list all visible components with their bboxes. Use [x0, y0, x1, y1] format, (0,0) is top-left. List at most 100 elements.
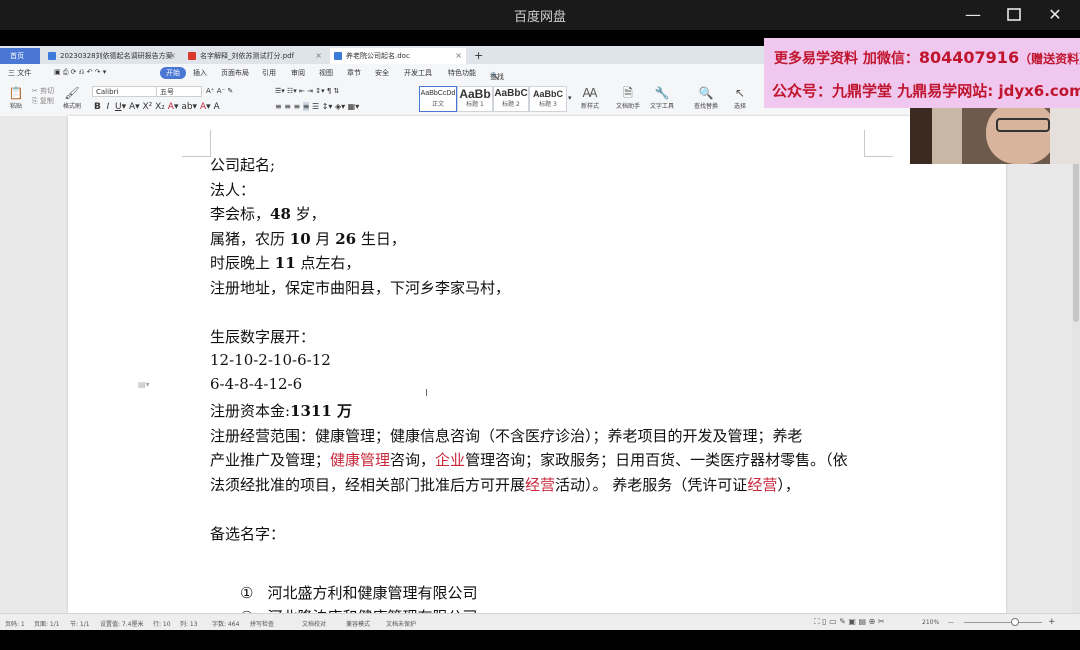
- proofread-toggle[interactable]: 文档校对: [302, 619, 326, 628]
- style-heading-1[interactable]: AaBb 标题 1: [457, 86, 493, 112]
- zoom-level[interactable]: 210%: [922, 619, 939, 626]
- status-page: 页码: 1: [5, 621, 25, 628]
- text-tools-button[interactable]: 🔧 文字工具: [648, 86, 676, 110]
- document-line[interactable]: 生辰数字展开：: [210, 326, 315, 347]
- paragraph-menu-icon[interactable]: ▤▾: [138, 380, 150, 389]
- menu-features[interactable]: 特色功能: [448, 68, 476, 78]
- margin-corner-top-left: [182, 130, 211, 157]
- alignment-icons[interactable]: ≡ ≡ ≡ ≡ ☰ ↕▾ ◈▾ ▦▾: [275, 102, 359, 111]
- status-section: 节: 1/1: [70, 621, 90, 628]
- list-icons[interactable]: ☰▾ ☷▾ ⇤ ⇥ ↕▾ ¶ ⇅: [275, 87, 339, 95]
- document-line[interactable]: 法须经批准的项目，经相关部门批准后方可开展经营活动）。 养老服务（凭许可证经营）…: [210, 474, 800, 495]
- document-assistant-button[interactable]: 🗎 文档助手: [614, 86, 642, 110]
- tab-report[interactable]: 20230328刘依德起名调研报告方案 ×: [44, 48, 180, 64]
- menu-file[interactable]: 三 文件: [8, 68, 31, 78]
- document-line[interactable]: 时辰晚上 11 点左右，: [210, 252, 360, 273]
- grow-shrink-font-icons[interactable]: A⁺ A⁻ ✎: [206, 87, 233, 95]
- window-titlebar: 百度网盘 — ✕: [0, 0, 1080, 30]
- document-line[interactable]: 属猪，农历 10 月 26 生日，: [210, 228, 406, 249]
- text-run: 10: [289, 229, 311, 248]
- zoom-slider-thumb[interactable]: [1011, 618, 1019, 626]
- tab-active-doc[interactable]: 养老院公司起名.doc ×: [330, 48, 466, 64]
- text-run: 26: [335, 229, 357, 248]
- cut-copy-icons[interactable]: ✂ 剪切 ⎘ 复制: [32, 86, 54, 106]
- style-normal[interactable]: AaBbCcDd 正文: [419, 86, 457, 112]
- text-run: 生日，: [356, 229, 406, 248]
- menu-security[interactable]: 安全: [375, 68, 389, 78]
- text-run: 时辰晚上: [210, 254, 275, 273]
- tab-close-icon[interactable]: ×: [315, 48, 322, 64]
- webcam-overlay: [910, 108, 1080, 164]
- zoom-slider[interactable]: [964, 622, 1042, 623]
- tab-home[interactable]: 首页: [0, 48, 40, 64]
- menu-start[interactable]: 开始: [160, 67, 186, 79]
- status-bar: 页码: 1 页面: 1/1 节: 1/1 设置值: 7.4厘米 行: 10 列:…: [0, 613, 1080, 630]
- list-number: ①: [240, 583, 254, 602]
- text-run: 注册资本金:: [210, 402, 291, 420]
- menu-dev-tools[interactable]: 开发工具: [404, 68, 432, 78]
- view-mode-icons[interactable]: ⛶ ▯ ▭ ✎ ▣ ▤ ⊕ ✂: [814, 617, 885, 627]
- zoom-in-icon[interactable]: +: [1048, 617, 1056, 627]
- menu-insert[interactable]: 插入: [193, 68, 207, 78]
- text-run: 48: [270, 205, 291, 224]
- zoom-out-icon[interactable]: —: [948, 619, 954, 626]
- tab-close-icon[interactable]: ×: [169, 48, 176, 64]
- document-line[interactable]: 注册资本金:1311 万: [210, 400, 352, 421]
- document-page[interactable]: ▤▾ I 公司起名; 法人： 李会标，48 岁， 属猪，农历 10 月 26 生日， 时…: [68, 116, 1006, 613]
- document-line[interactable]: 注册经营范围：健康管理；健康信息咨询（不含医疗诊治）；养老项目的开发及管理；养老: [210, 425, 803, 446]
- style-heading-3[interactable]: AaBbC 标题 3: [529, 86, 567, 112]
- spell-check-toggle[interactable]: 拼写检查: [250, 619, 274, 628]
- highlighted-text: 健康管理: [330, 451, 391, 470]
- cursor-arrow-icon: ↖: [734, 86, 746, 100]
- text-run: 属猪，农历: [210, 229, 290, 248]
- document-line[interactable]: 12-10-2-10-6-12: [210, 351, 331, 369]
- doc-icon: [334, 52, 342, 60]
- status-protect[interactable]: 文档未保护: [386, 619, 416, 628]
- document-line[interactable]: 注册地址，保定市曲阳县，下河乡李家马村，: [210, 277, 510, 298]
- text-cursor-icon: I: [425, 388, 428, 399]
- scrollbar-thumb[interactable]: [1073, 162, 1079, 322]
- document-icon: 🗎: [623, 86, 633, 100]
- close-icon[interactable]: ✕: [1044, 4, 1066, 26]
- margin-corner-top-right: [864, 130, 893, 157]
- menu-chapter[interactable]: 章节: [347, 68, 361, 78]
- status-compat: 兼容模式: [346, 621, 371, 628]
- wrench-icon: 🔧: [654, 86, 670, 100]
- document-line[interactable]: 备选名字：: [210, 523, 285, 544]
- style-gallery-arrow-icon[interactable]: ▾: [568, 94, 572, 102]
- status-words: 字数: 464: [212, 621, 240, 628]
- text-format-icons[interactable]: B I U▾ A▾ X² X₂ A▾ ab▾ A▾ A: [94, 102, 220, 112]
- maximize-icon[interactable]: [1003, 4, 1025, 26]
- text-run: 1311 万: [290, 402, 353, 420]
- minimize-icon[interactable]: —: [962, 4, 984, 26]
- status-setting: 设置值: 7.4厘米: [100, 621, 144, 628]
- menu-reference[interactable]: 引用: [262, 68, 276, 78]
- style-heading-2[interactable]: AaBbC 标题 2: [493, 86, 529, 112]
- text-run: ），: [777, 475, 800, 494]
- document-line[interactable]: 6-4-8-4-12-6: [210, 375, 302, 393]
- new-tab-button[interactable]: +: [470, 48, 490, 64]
- menu-view[interactable]: 视图: [319, 68, 333, 78]
- status-pages: 页面: 1/1: [34, 621, 60, 628]
- doc-icon: [48, 52, 56, 60]
- document-line[interactable]: 产业推广及管理；健康管理咨询，企业管理咨询；家政服务；日用百货、一类医疗器材零售…: [210, 449, 848, 470]
- menu-page-layout[interactable]: 页面布局: [221, 68, 249, 78]
- tab-close-icon[interactable]: ×: [455, 48, 462, 64]
- new-style-button[interactable]: Ꜳ 新样式: [576, 86, 604, 110]
- select-button[interactable]: ↖ 选择: [726, 86, 754, 110]
- style-icon: Ꜳ: [582, 86, 598, 100]
- find-replace-button[interactable]: 🔍 查找替换: [692, 86, 720, 110]
- font-size-select[interactable]: 五号: [156, 86, 202, 97]
- document-line[interactable]: 李会标，48 岁，: [210, 203, 326, 224]
- tab-pdf[interactable]: 名字解释_刘依苏测试打分.pdf ×: [184, 48, 326, 64]
- text-run: 咨询，: [390, 451, 436, 470]
- document-line[interactable]: 公司起名;: [210, 154, 275, 175]
- vertical-scrollbar[interactable]: [1072, 116, 1080, 613]
- menu-review[interactable]: 审阅: [291, 68, 305, 78]
- quick-access-icons[interactable]: ▣ ⎙ ⟳ ⎌ ↶ ↷ ▾: [54, 68, 106, 77]
- paste-button[interactable]: 📋 粘贴: [2, 86, 30, 110]
- alternative-name-item[interactable]: ① 河北盛方利和健康管理有限公司: [240, 582, 477, 603]
- document-line[interactable]: 法人：: [210, 179, 255, 200]
- format-painter-button[interactable]: 🖌 格式刷: [58, 86, 86, 110]
- alternative-name-item[interactable]: ②河北隆泊康和健康管理有限公司: [240, 606, 477, 613]
